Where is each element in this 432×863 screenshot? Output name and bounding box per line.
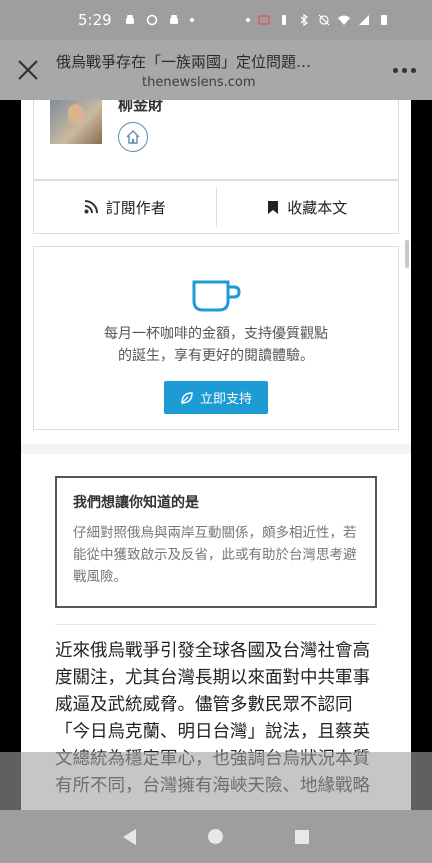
battery-icon [381,15,387,25]
status-dot [246,18,250,22]
web-content[interactable]: 柳金財 訂閱作者 收藏本文 每月一杯咖啡的金額，支持優質觀點 的誕生，享有更好的… [21,100,411,810]
bluetooth-icon [300,14,308,26]
author-name[interactable]: 柳金財 [118,100,163,115]
support-text-line2: 的誕生，享有更好的閱讀體驗。 [118,348,314,364]
status-time: 5:29 [78,11,112,29]
subscribe-label: 訂閱作者 [105,198,166,217]
author-card: 柳金財 [33,100,399,180]
wifi-icon [338,15,350,25]
scrollbar[interactable] [405,240,409,268]
rss-icon [84,200,98,214]
section-divider [21,444,411,454]
support-text: 每月一杯咖啡的金額，支持優質觀點 的誕生，享有更好的閱讀體驗。 [34,323,398,367]
sync-icon [146,14,157,26]
alarm-off-icon [318,14,330,26]
system-icons [246,14,390,26]
signal-icon [359,15,369,25]
more-icon [392,67,398,73]
bookmark-icon [268,200,279,214]
coffee-cup-icon [192,280,241,312]
avatar[interactable] [50,100,102,144]
screen: 5:29 俄烏戰爭存在「一族兩國」定位問題，台… thenewslens.com [0,0,432,863]
android-icon [169,15,178,24]
status-bar: 5:29 [0,0,432,40]
close-icon [18,60,38,80]
notification-dot [189,18,194,22]
close-button[interactable] [0,40,56,100]
home-nav-icon[interactable] [208,829,223,844]
support-now-button[interactable]: 立即支持 [163,381,268,414]
bottom-overlay [0,752,432,810]
author-actions: 訂閱作者 收藏本文 [33,180,399,234]
browser-header: 俄烏戰爭存在「一族兩國」定位問題，台… thenewslens.com [0,40,432,100]
key-takeaway-body: 仔細對照俄烏與兩岸互動關係，頗多相近性，若能從中獲致啟示及反省，此或有助於台灣思… [73,525,357,585]
divider-line [55,624,377,625]
recents-icon[interactable] [295,829,309,844]
subscribe-author-button[interactable]: 訂閱作者 [34,181,216,233]
more-icon-dot [410,67,416,73]
more-icon-dot [401,67,407,73]
key-takeaway-box: 我們想讓你知道的是 仔細對照俄烏與兩岸互動關係，頗多相近性，若能從中獲致啟示及反… [55,476,377,608]
notification-icons [124,14,194,26]
author-home-button[interactable] [118,122,148,152]
bookmark-label: 收藏本文 [287,198,348,217]
key-takeaway-title: 我們想讓你知道的是 [73,495,199,511]
page-url: thenewslens.com [142,74,256,90]
bookmark-article-button[interactable]: 收藏本文 [217,181,399,233]
support-card: 每月一杯咖啡的金額，支持優質觀點 的誕生，享有更好的閱讀體驗。 立即支持 [33,246,399,430]
back-icon[interactable] [123,828,136,845]
more-options-button[interactable] [376,40,432,100]
home-icon [126,130,140,144]
page-title-area[interactable]: 俄烏戰爭存在「一族兩國」定位問題，台… thenewslens.com [56,51,376,90]
page-title: 俄烏戰爭存在「一族兩國」定位問題，台… [56,52,326,71]
support-text-line1: 每月一杯咖啡的金額，支持優質觀點 [104,326,328,342]
vibrate-icon [282,15,286,25]
cast-icon [258,15,270,25]
navigation-bar [0,810,432,863]
support-button-label: 立即支持 [199,392,252,407]
android-icon [125,15,134,24]
leaf-icon [181,391,193,404]
